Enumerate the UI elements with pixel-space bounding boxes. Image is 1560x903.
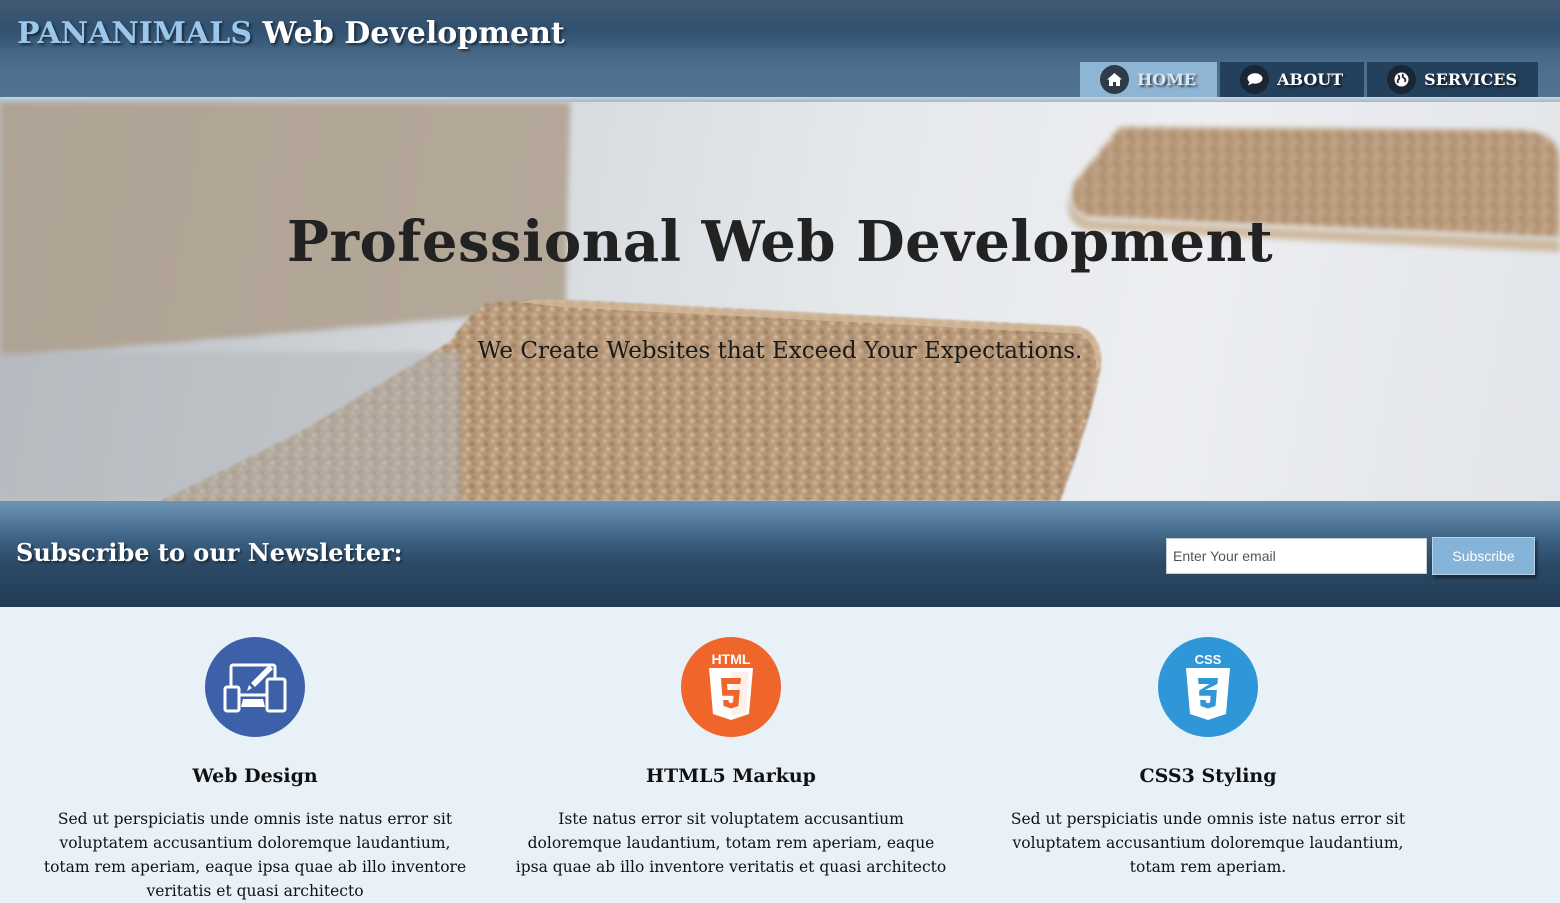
hero-title: Professional Web Development	[286, 209, 1274, 275]
feature-description: Sed ut perspiciatis unde omnis iste natu…	[43, 810, 467, 900]
globe-icon	[1387, 65, 1417, 94]
feature-html5: HTML HTML5 Markup Iste natus error sit v…	[511, 637, 951, 879]
nav-item-about[interactable]: ABOUT	[1220, 62, 1365, 97]
site-logo[interactable]: PANANIMALS Web Development	[17, 16, 565, 51]
subscribe-button[interactable]: Subscribe	[1432, 537, 1535, 575]
feature-description: Sed ut perspiciatis unde omnis iste natu…	[1010, 810, 1406, 876]
nav-item-label: ABOUT	[1277, 70, 1344, 89]
email-input[interactable]	[1166, 538, 1427, 574]
nav-item-label: SERVICES	[1424, 70, 1517, 89]
chat-icon	[1240, 65, 1270, 94]
site-header: PANANIMALS Web Development HOME ABOUT SE…	[0, 0, 1560, 97]
devices-icon	[205, 637, 305, 737]
hero-background-image	[0, 102, 1560, 501]
newsletter-label: Subscribe to our Newsletter:	[16, 538, 403, 567]
brand-rest: Web Development	[262, 16, 565, 51]
main-nav: HOME ABOUT SERVICES	[1080, 62, 1538, 97]
newsletter-bar: Subscribe to our Newsletter: Subscribe	[0, 501, 1560, 607]
css3-icon: CSS	[1158, 637, 1258, 737]
svg-text:HTML: HTML	[712, 651, 751, 667]
hero-banner: Professional Web Development We Create W…	[0, 102, 1560, 501]
svg-text:CSS: CSS	[1195, 652, 1222, 667]
feature-title: CSS3 Styling	[1139, 765, 1277, 787]
nav-item-services[interactable]: SERVICES	[1367, 62, 1538, 97]
html5-icon: HTML	[681, 637, 781, 737]
feature-description: Iste natus error sit voluptatem accusant…	[515, 810, 947, 876]
feature-title: Web Design	[192, 765, 318, 787]
brand-accent: PANANIMALS	[17, 16, 253, 51]
feature-css3: CSS CSS3 Styling Sed ut perspiciatis und…	[988, 637, 1428, 879]
feature-web-design: Web Design Sed ut perspiciatis unde omni…	[35, 637, 475, 903]
nav-item-home[interactable]: HOME	[1080, 62, 1218, 97]
hero-subtitle: We Create Websites that Exceed Your Expe…	[477, 338, 1083, 364]
home-icon	[1100, 65, 1130, 94]
nav-item-label: HOME	[1137, 70, 1197, 89]
feature-title: HTML5 Markup	[646, 765, 816, 787]
